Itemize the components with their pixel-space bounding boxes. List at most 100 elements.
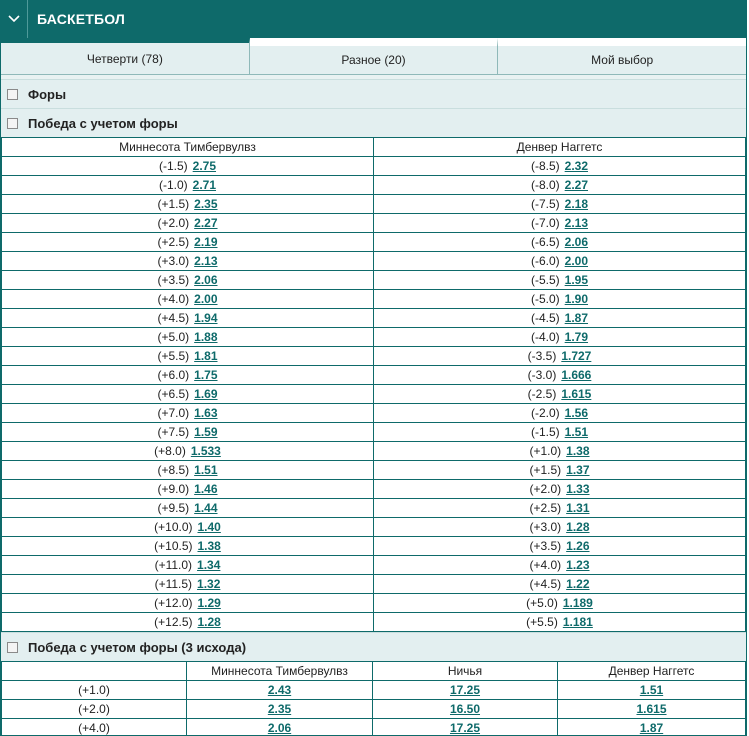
odds-link[interactable]: 1.29 xyxy=(198,596,221,610)
odds-link[interactable]: 1.38 xyxy=(198,539,221,553)
odds-link[interactable]: 1.34 xyxy=(197,558,220,572)
odds-link[interactable]: 1.51 xyxy=(565,425,588,439)
odds-link[interactable]: 1.44 xyxy=(194,501,217,515)
odds-link[interactable]: 1.727 xyxy=(561,349,591,363)
handicap-3way-checkbox[interactable] xyxy=(7,641,18,653)
away-cell: (-7.5) 2.18 xyxy=(373,194,746,214)
handicap-value: (+3.0) xyxy=(529,520,562,534)
handicap-value: (+1.5) xyxy=(157,197,190,211)
handicap-checkbox[interactable] xyxy=(7,117,18,129)
draw-cell: 16.50 xyxy=(372,699,558,719)
handicap-value: (+3.0) xyxy=(157,254,190,268)
odds-link[interactable]: 1.79 xyxy=(565,330,588,344)
odds-link[interactable]: 16.50 xyxy=(450,702,480,716)
odds-link[interactable]: 1.88 xyxy=(194,330,217,344)
odds-link[interactable]: 1.615 xyxy=(636,702,666,716)
odds-link[interactable]: 1.37 xyxy=(566,463,589,477)
odds-link[interactable]: 1.40 xyxy=(198,520,221,534)
odds-link[interactable]: 2.27 xyxy=(194,216,217,230)
tab-misc[interactable]: Разное (20) xyxy=(249,38,499,74)
table-row: (+9.0) 1.46 (+2.0) 1.33 xyxy=(1,479,746,499)
table-row: (+10.0) 1.40 (+3.0) 1.28 xyxy=(1,517,746,537)
odds-link[interactable]: 1.23 xyxy=(566,558,589,572)
odds-link[interactable]: 2.00 xyxy=(194,292,217,306)
handicap-value: (+2.0) xyxy=(157,216,190,230)
odds-link[interactable]: 1.22 xyxy=(566,577,589,591)
odds-link[interactable]: 2.18 xyxy=(565,197,588,211)
odds-link[interactable]: 1.32 xyxy=(197,577,220,591)
odds-link[interactable]: 2.13 xyxy=(565,216,588,230)
odds-link[interactable]: 1.69 xyxy=(194,387,217,401)
odds-link[interactable]: 1.56 xyxy=(565,406,588,420)
odds-link[interactable]: 1.615 xyxy=(561,387,591,401)
home-cell: (+10.0) 1.40 xyxy=(1,517,374,537)
odds-link[interactable]: 1.189 xyxy=(563,596,593,610)
odds-link[interactable]: 1.181 xyxy=(563,615,593,629)
home-cell: (+9.0) 1.46 xyxy=(1,479,374,499)
handicap-value: (-7.5) xyxy=(530,197,560,211)
odds-link[interactable]: 17.25 xyxy=(450,721,480,735)
table-row: (+12.0) 1.29 (+5.0) 1.189 xyxy=(1,593,746,613)
home-cell: (+12.5) 1.28 xyxy=(1,612,374,632)
home-cell: (+3.0) 2.13 xyxy=(1,251,374,271)
odds-link[interactable]: 1.46 xyxy=(194,482,217,496)
odds-link[interactable]: 1.51 xyxy=(194,463,217,477)
collapse-toggle[interactable] xyxy=(1,0,28,38)
odds-link[interactable]: 2.35 xyxy=(268,702,291,716)
odds-link[interactable]: 1.90 xyxy=(565,292,588,306)
section-handicap-3way: Победа с учетом форы (3 исхода) xyxy=(1,632,746,661)
odds-link[interactable]: 1.31 xyxy=(566,501,589,515)
odds-link[interactable]: 1.51 xyxy=(640,683,663,697)
draw-cell: 17.25 xyxy=(372,680,558,700)
odds-link[interactable]: 2.06 xyxy=(268,721,291,735)
odds-link[interactable]: 2.13 xyxy=(194,254,217,268)
home-cell: 2.43 xyxy=(186,680,373,700)
odds-link[interactable]: 1.33 xyxy=(566,482,589,496)
odds-link[interactable]: 1.533 xyxy=(191,444,221,458)
home-cell: (+12.0) 1.29 xyxy=(1,593,374,613)
odds-link[interactable]: 1.59 xyxy=(194,425,217,439)
tab-quarters[interactable]: Четверти (78) xyxy=(1,38,250,74)
column-header-handicap xyxy=(1,661,187,681)
odds-link[interactable]: 2.75 xyxy=(193,159,216,173)
sport-title: БАСКЕТБОЛ xyxy=(37,11,126,27)
home-cell: (+11.0) 1.34 xyxy=(1,555,374,575)
odds-link[interactable]: 1.94 xyxy=(194,311,217,325)
odds-link[interactable]: 2.06 xyxy=(565,235,588,249)
home-cell: (+7.0) 1.63 xyxy=(1,403,374,423)
odds-link[interactable]: 1.666 xyxy=(561,368,591,382)
odds-link[interactable]: 2.35 xyxy=(194,197,217,211)
tab-my-choice[interactable]: Мой выбор xyxy=(498,38,746,74)
odds-link[interactable]: 1.87 xyxy=(640,721,663,735)
odds-link[interactable]: 2.32 xyxy=(565,159,588,173)
away-cell: (-8.5) 2.32 xyxy=(373,156,746,176)
handicap-value: (-4.5) xyxy=(530,311,560,325)
odds-link[interactable]: 2.19 xyxy=(194,235,217,249)
odds-link[interactable]: 2.00 xyxy=(565,254,588,268)
odds-link[interactable]: 1.26 xyxy=(566,539,589,553)
odds-link[interactable]: 17.25 xyxy=(450,683,480,697)
away-cell: (-6.0) 2.00 xyxy=(373,251,746,271)
odds-link[interactable]: 1.28 xyxy=(566,520,589,534)
odds-link[interactable]: 2.27 xyxy=(565,178,588,192)
odds-link[interactable]: 2.71 xyxy=(193,178,216,192)
odds-link[interactable]: 1.75 xyxy=(194,368,217,382)
section-fory-title: Форы xyxy=(28,86,67,102)
odds-link[interactable]: 1.81 xyxy=(194,349,217,363)
handicap-value: (+8.0) xyxy=(154,444,186,458)
table-row: (+2.0) 2.27 (-7.0) 2.13 xyxy=(1,213,746,233)
odds-link[interactable]: 1.28 xyxy=(198,615,221,629)
odds-link[interactable]: 2.06 xyxy=(194,273,217,287)
away-cell: (+1.5) 1.37 xyxy=(373,460,746,480)
odds-link[interactable]: 1.63 xyxy=(194,406,217,420)
home-cell: (+5.5) 1.81 xyxy=(1,346,374,366)
away-cell: (-2.0) 1.56 xyxy=(373,403,746,423)
odds-link[interactable]: 1.87 xyxy=(565,311,588,325)
odds-link[interactable]: 1.38 xyxy=(566,444,589,458)
odds-link[interactable]: 2.43 xyxy=(268,683,291,697)
handicap-value: (+7.0) xyxy=(157,406,190,420)
fory-checkbox[interactable] xyxy=(7,88,18,100)
home-cell: (+5.0) 1.88 xyxy=(1,327,374,347)
odds-link[interactable]: 1.95 xyxy=(565,273,588,287)
away-cell: (+4.0) 1.23 xyxy=(373,555,746,575)
